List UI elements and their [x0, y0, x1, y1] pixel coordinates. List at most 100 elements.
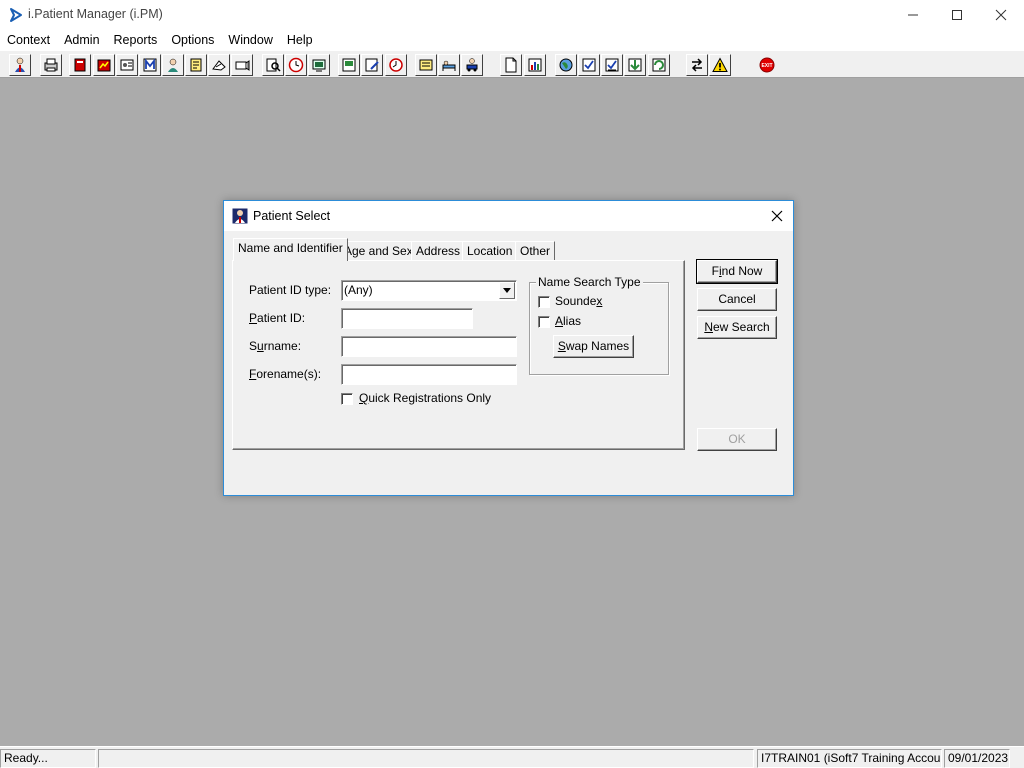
patient-id-label: Patient ID: [249, 311, 306, 325]
clock-toolbar-button[interactable] [285, 54, 307, 76]
nurse-toolbar-button[interactable] [162, 54, 184, 76]
menu-window[interactable]: Window [221, 30, 279, 50]
swap-names-button[interactable]: Swap Names [553, 335, 634, 358]
chart-toolbar-button[interactable] [93, 54, 115, 76]
print-toolbar-button[interactable] [40, 54, 62, 76]
new-search-button[interactable]: New Search [697, 316, 777, 339]
waitlist-icon [212, 60, 226, 71]
patient-id-input[interactable] [341, 308, 473, 329]
tab-name-and-identifier[interactable]: Name and Identifier [233, 238, 348, 261]
waitlist-toolbar-button[interactable] [208, 54, 230, 76]
checklist-toolbar-button[interactable] [578, 54, 600, 76]
report-toolbar-button[interactable] [338, 54, 360, 76]
exit-label: EXIT [761, 63, 772, 69]
menu-help[interactable]: Help [280, 30, 320, 50]
warning-toolbar-button[interactable] [709, 54, 731, 76]
tab-age-and-sex[interactable]: Age and Sex [339, 241, 418, 261]
globe-toolbar-button[interactable] [555, 54, 577, 76]
close-icon [995, 9, 1007, 21]
report-edit-toolbar-button[interactable] [361, 54, 383, 76]
forename-label: Forename(s): [249, 367, 322, 381]
letter-m-icon [143, 58, 157, 72]
maximize-button[interactable] [934, 0, 980, 30]
chart-icon [97, 59, 111, 72]
bar-chart-toolbar-button[interactable] [524, 54, 546, 76]
status-date: 09/01/2023 [944, 749, 1010, 768]
register-toolbar-button[interactable] [185, 54, 207, 76]
theatre-toolbar-button[interactable] [231, 54, 253, 76]
alias-checkbox[interactable] [538, 316, 550, 328]
tab-other[interactable]: Other [515, 241, 556, 261]
exit-icon: EXIT [759, 57, 775, 73]
print-icon [44, 58, 58, 72]
alias-label: Alias [555, 314, 582, 328]
dialog-title: Patient Select [253, 209, 331, 223]
screen-icon [312, 59, 326, 72]
patient-select-dialog: Patient Select Name and Identifier Age a… [223, 200, 794, 496]
checklist-tick-icon [605, 58, 619, 72]
warning-icon [712, 57, 728, 72]
notes-toolbar-button[interactable] [415, 54, 437, 76]
download-toolbar-button[interactable] [624, 54, 646, 76]
reset-toolbar-button[interactable] [385, 54, 407, 76]
maximize-icon [952, 10, 962, 20]
minimize-button[interactable] [890, 0, 936, 30]
chevron-down-icon [503, 288, 511, 293]
dropdown-button[interactable] [499, 282, 515, 299]
checklist-icon [582, 58, 596, 72]
menu-options[interactable]: Options [164, 30, 221, 50]
name-search-type-group: Name Search Type Soundex Alias Swap Name… [529, 275, 669, 375]
nurse-icon [168, 58, 178, 72]
swap-icon [691, 58, 703, 72]
swap-toolbar-button[interactable] [686, 54, 708, 76]
menu-reports[interactable]: Reports [107, 30, 165, 50]
dialog-title-bar: Patient Select [224, 201, 793, 231]
quick-registrations-label: Quick Registrations Only [359, 391, 492, 405]
ok-button[interactable]: OK [697, 428, 777, 451]
screen-toolbar-button[interactable] [308, 54, 330, 76]
document-toolbar-button[interactable] [500, 54, 522, 76]
tab-location[interactable]: Location [462, 241, 518, 261]
menu-admin[interactable]: Admin [57, 30, 106, 50]
soundex-checkbox[interactable] [538, 296, 550, 308]
patient-id-type-select[interactable]: (Any) [341, 280, 517, 301]
bed-toolbar-button[interactable] [438, 54, 460, 76]
book-toolbar-button[interactable] [69, 54, 91, 76]
surname-label: Surname: [249, 339, 302, 353]
status-empty-panel [98, 749, 754, 768]
surname-input[interactable] [341, 336, 517, 357]
id-card-toolbar-button[interactable] [116, 54, 138, 76]
app-title-bar: i.Patient Manager (i.PM) [0, 0, 1024, 30]
dialog-close-button[interactable] [761, 201, 793, 231]
patient-select-icon [232, 208, 248, 224]
patient-id-type-value: (Any) [344, 283, 373, 297]
toolbar: EXIT [0, 50, 1024, 78]
letter-m-toolbar-button[interactable] [139, 54, 161, 76]
cancel-button[interactable]: Cancel [697, 288, 777, 311]
status-text: Ready... [0, 749, 96, 768]
refresh-toolbar-button[interactable] [648, 54, 670, 76]
clock-icon [288, 57, 304, 73]
book-icon [74, 58, 86, 72]
search-doc-toolbar-button[interactable] [262, 54, 284, 76]
forename-input[interactable] [341, 364, 517, 385]
status-account: I7TRAIN01 (iSoft7 Training Account) [757, 749, 942, 768]
transport-toolbar-button[interactable] [461, 54, 483, 76]
search-doc-icon [266, 58, 281, 72]
soundex-label: Soundex [555, 294, 603, 308]
menu-bar: Context Admin Reports Options Window Hel… [0, 30, 1024, 50]
close-window-button[interactable] [978, 0, 1024, 30]
patient-toolbar-button[interactable] [9, 54, 31, 76]
notes-icon [419, 59, 433, 71]
find-now-button[interactable]: Find Now [696, 259, 778, 284]
register-icon [190, 58, 202, 72]
menu-context[interactable]: Context [0, 30, 57, 50]
bed-icon [442, 60, 456, 71]
tab-address[interactable]: Address [411, 241, 466, 261]
tab-panel: Patient ID type: (Any) Patient ID: Surna… [232, 260, 685, 450]
quick-registrations-checkbox[interactable] [341, 393, 353, 405]
report-edit-icon [365, 58, 379, 72]
exit-toolbar-button[interactable]: EXIT [756, 54, 778, 76]
bar-chart-icon [528, 58, 542, 72]
checklist-tick-toolbar-button[interactable] [601, 54, 623, 76]
